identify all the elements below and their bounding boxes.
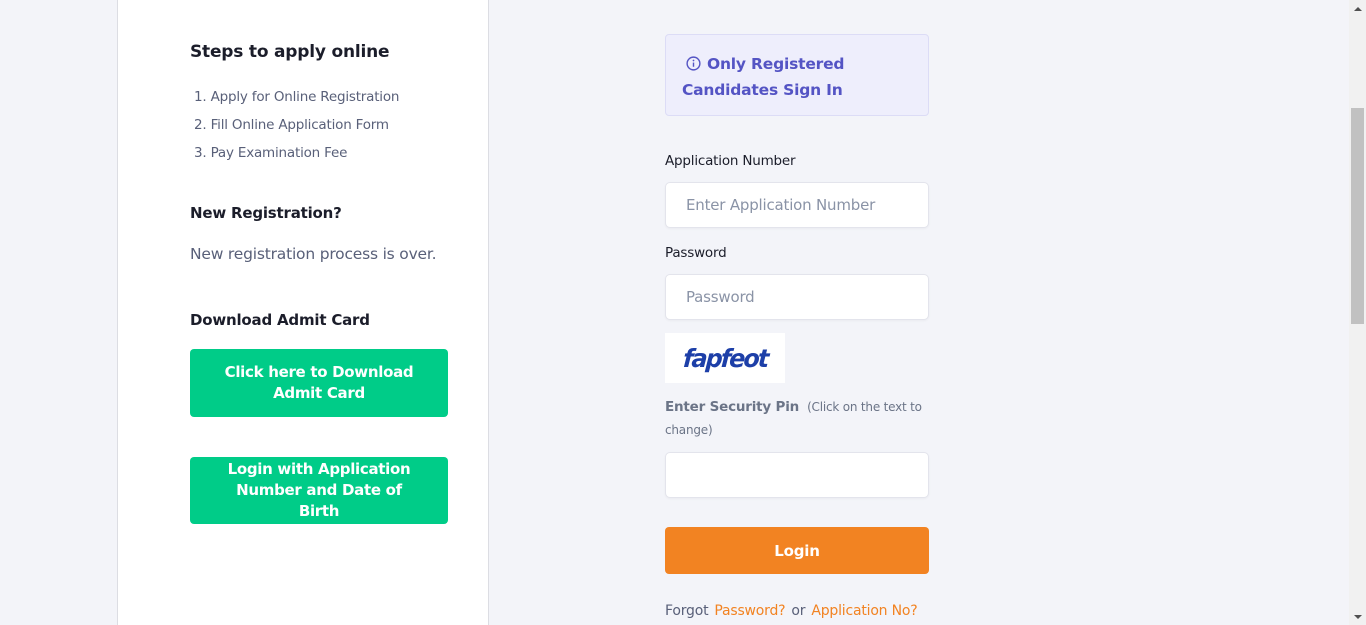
application-number-input[interactable] <box>665 182 929 228</box>
step-item: 1. Apply for Online Registration <box>194 89 400 105</box>
vertical-scrollbar[interactable] <box>1349 0 1366 625</box>
scroll-down-arrow-icon[interactable] <box>1349 608 1366 625</box>
login-button[interactable]: Login <box>665 527 929 574</box>
captcha-image[interactable]: fapfeot <box>665 333 785 383</box>
security-pin-label-row: Enter Security Pin (Click on the text to … <box>665 396 929 442</box>
forgot-application-link[interactable]: Application No? <box>811 603 917 619</box>
forgot-password-link[interactable]: Password? <box>714 603 785 619</box>
new-registration-text: New registration process is over. <box>190 245 437 263</box>
forgot-prefix: Forgot <box>665 603 709 619</box>
forgot-or: or <box>791 603 806 619</box>
admit-card-heading: Download Admit Card <box>190 311 370 329</box>
step-item: 2. Fill Online Application Form <box>194 117 389 133</box>
security-pin-input[interactable] <box>665 452 929 498</box>
application-number-label: Application Number <box>665 153 796 169</box>
security-pin-label: Enter Security Pin <box>665 399 800 415</box>
login-with-dob-button[interactable]: Login with Application Number and Date o… <box>190 457 448 524</box>
forgot-links: Forgot Password? or Application No? <box>665 603 918 619</box>
password-label: Password <box>665 245 727 261</box>
download-admit-card-button[interactable]: Click here to Download Admit Card <box>190 349 448 417</box>
left-info-panel: Steps to apply online 1. Apply for Onlin… <box>117 0 489 625</box>
step-item: 3. Pay Examination Fee <box>194 145 348 161</box>
info-circle-icon <box>686 56 701 71</box>
registered-only-notice: Only Registered Candidates Sign In <box>665 34 929 116</box>
captcha-text[interactable]: fapfeot <box>682 344 768 373</box>
new-registration-heading: New Registration? <box>190 204 342 222</box>
scroll-up-arrow-icon[interactable] <box>1349 0 1366 17</box>
steps-list: 1. Apply for Online Registration 2. Fill… <box>194 88 399 172</box>
password-input[interactable] <box>665 274 929 320</box>
scrollbar-thumb[interactable] <box>1351 108 1364 324</box>
steps-heading: Steps to apply online <box>190 42 390 62</box>
notice-text: Only Registered Candidates Sign In <box>682 55 845 99</box>
